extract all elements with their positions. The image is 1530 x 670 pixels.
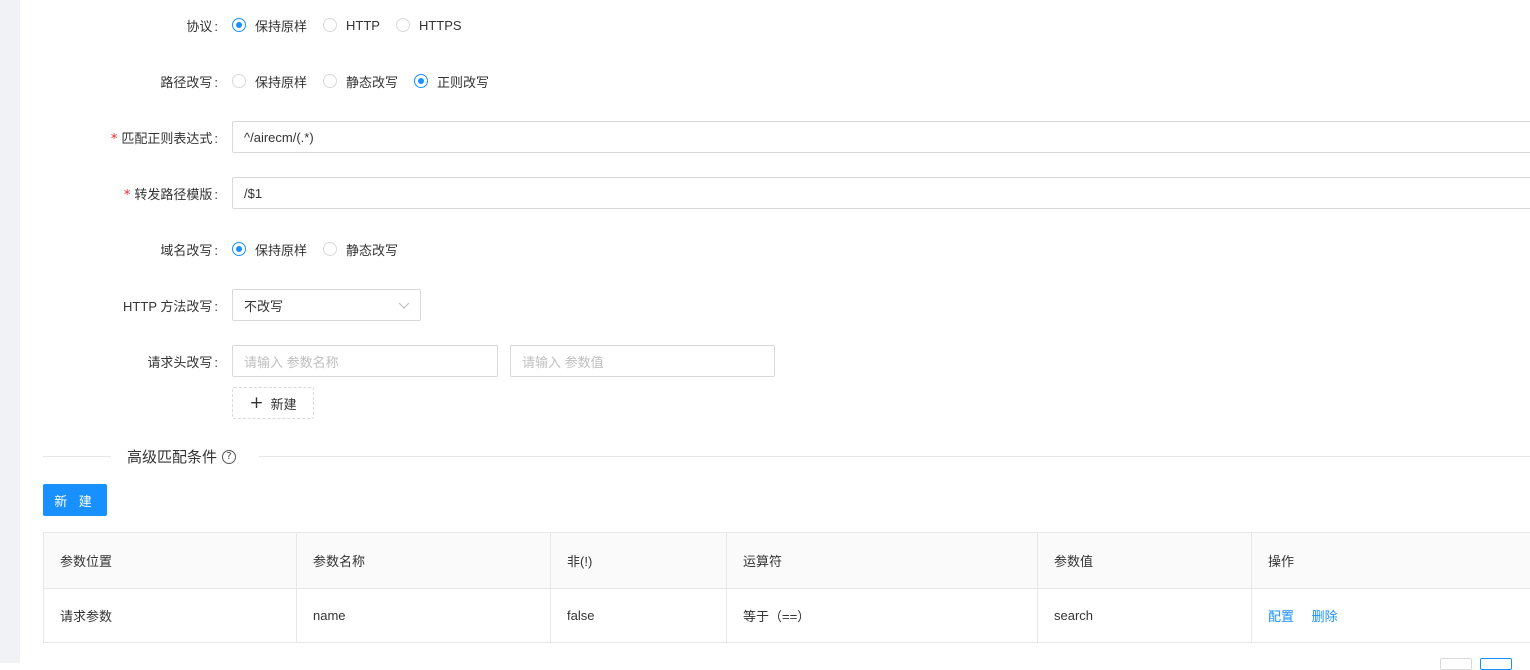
- plus-icon: +: [249, 395, 263, 412]
- required-mark: *: [111, 132, 118, 147]
- column-header-operator: 运算符: [727, 533, 1038, 589]
- path-rewrite-radio-static[interactable]: 静态改写: [323, 72, 398, 91]
- http-method-label: HTTP 方法改写:: [0, 296, 224, 315]
- radio-unchecked-icon: [232, 74, 246, 88]
- required-mark: *: [124, 188, 131, 203]
- radio-checked-icon: [232, 18, 246, 32]
- cell-operator: 等于（==）: [727, 589, 1038, 643]
- column-header-name: 参数名称: [297, 533, 551, 589]
- host-rewrite-radio-static[interactable]: 静态改写: [323, 240, 398, 259]
- pagination-prev-button[interactable]: [1440, 658, 1472, 670]
- protocol-radio-group: 保持原样 HTTP HTTPS: [232, 9, 478, 41]
- new-condition-button[interactable]: 新 建: [43, 484, 107, 516]
- divider-left: [43, 456, 111, 457]
- advanced-conditions-title: 高级匹配条件 ?: [127, 446, 236, 467]
- radio-checked-icon: [414, 74, 428, 88]
- protocol-radio-https[interactable]: HTTPS: [396, 18, 462, 33]
- path-rewrite-row: 路径改写:: [0, 65, 224, 97]
- http-method-select[interactable]: 不改写: [232, 289, 421, 321]
- header-value-input[interactable]: 请输入 参数值: [510, 345, 775, 377]
- path-rewrite-radio-group: 保持原样 静态改写 正则改写: [232, 65, 505, 97]
- add-header-button[interactable]: +新建: [232, 387, 314, 419]
- http-method-row: HTTP 方法改写:: [0, 289, 224, 321]
- cell-name: name: [297, 589, 551, 643]
- table-row: 请求参数 name false 等于（==） search 配置 删除: [44, 589, 1530, 643]
- cell-negate: false: [551, 589, 727, 643]
- host-rewrite-label: 域名改写:: [0, 240, 224, 259]
- protocol-label: 协议:: [0, 16, 224, 35]
- divider-right: [259, 456, 1530, 457]
- cell-value: search: [1038, 589, 1252, 643]
- match-regex-row: *匹配正则表达式:: [0, 121, 224, 153]
- delete-link[interactable]: 删除: [1312, 609, 1338, 624]
- table-header-row: 参数位置 参数名称 非(!) 运算符 参数值 操作: [44, 533, 1530, 589]
- radio-unchecked-icon: [323, 18, 337, 32]
- cell-position: 请求参数: [44, 589, 297, 643]
- host-rewrite-radio-keep[interactable]: 保持原样: [232, 240, 307, 259]
- forward-template-label: *转发路径模版:: [0, 184, 224, 203]
- radio-unchecked-icon: [323, 242, 337, 256]
- host-rewrite-row: 域名改写:: [0, 233, 224, 265]
- protocol-radio-http[interactable]: HTTP: [323, 18, 380, 33]
- header-rewrite-row: 请求头改写:: [0, 345, 224, 377]
- forward-template-row: *转发路径模版:: [0, 177, 224, 209]
- column-header-actions: 操作: [1252, 533, 1530, 589]
- path-rewrite-label: 路径改写:: [0, 72, 224, 91]
- pagination-current-page[interactable]: [1480, 658, 1512, 670]
- column-header-position: 参数位置: [44, 533, 297, 589]
- path-rewrite-radio-keep[interactable]: 保持原样: [232, 72, 307, 91]
- radio-unchecked-icon: [323, 74, 337, 88]
- match-regex-label: *匹配正则表达式:: [0, 128, 224, 147]
- cell-actions: 配置 删除: [1252, 589, 1530, 643]
- left-sidebar-edge: [0, 0, 20, 663]
- radio-checked-icon: [232, 242, 246, 256]
- path-rewrite-radio-regex[interactable]: 正则改写: [414, 72, 489, 91]
- header-name-input[interactable]: 请输入 参数名称: [232, 345, 498, 377]
- question-circle-icon[interactable]: ?: [222, 450, 236, 464]
- conditions-table: 参数位置 参数名称 非(!) 运算符 参数值 操作 请求参数 name fals…: [43, 532, 1530, 643]
- protocol-radio-keep[interactable]: 保持原样: [232, 16, 307, 35]
- match-regex-input[interactable]: ^/airecm/(.*): [232, 121, 1530, 153]
- column-header-negate: 非(!): [551, 533, 727, 589]
- radio-unchecked-icon: [396, 18, 410, 32]
- host-rewrite-radio-group: 保持原样 静态改写: [232, 233, 414, 265]
- chevron-down-icon: [398, 299, 410, 311]
- configure-link[interactable]: 配置: [1268, 609, 1294, 624]
- header-rewrite-label: 请求头改写:: [0, 352, 224, 371]
- forward-template-input[interactable]: /$1: [232, 177, 1530, 209]
- column-header-value: 参数值: [1038, 533, 1252, 589]
- protocol-row: 协议:: [0, 9, 224, 41]
